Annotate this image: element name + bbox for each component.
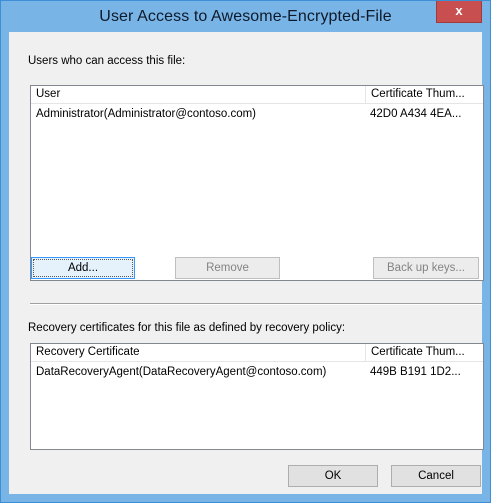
thumbprint-cell: 449B B191 1D2... (370, 366, 461, 378)
recovery-section-label: Recovery certificates for this file as d… (28, 322, 346, 334)
recovery-list[interactable]: Recovery Certificate Certificate Thum...… (30, 343, 484, 450)
backup-keys-button[interactable]: Back up keys... (373, 257, 479, 279)
recovery-certificate-cell: DataRecoveryAgent(DataRecoveryAgent@cont… (36, 366, 327, 378)
users-section-label: Users who can access this file: (28, 55, 186, 67)
close-icon: x (455, 3, 463, 18)
column-header-thumbprint[interactable]: Certificate Thum... (365, 86, 482, 103)
recovery-list-header: Recovery Certificate Certificate Thum... (31, 344, 483, 362)
window-title: User Access to Awesome-Encrypted-File (99, 8, 392, 25)
users-list[interactable]: User Certificate Thum... Administrator(A… (30, 85, 484, 281)
list-item[interactable]: DataRecoveryAgent(DataRecoveryAgent@cont… (31, 364, 483, 381)
add-button[interactable]: Add... (31, 257, 135, 279)
user-cell: Administrator(Administrator@contoso.com) (36, 108, 257, 120)
ok-button[interactable]: OK (288, 465, 378, 487)
users-list-header: User Certificate Thum... (31, 86, 483, 104)
column-header-recovery-certificate[interactable]: Recovery Certificate (31, 344, 365, 361)
title-bar[interactable]: User Access to Awesome-Encrypted-File x (1, 1, 490, 32)
close-button[interactable]: x (436, 1, 482, 23)
section-divider (30, 303, 482, 305)
cancel-button[interactable]: Cancel (391, 465, 481, 487)
thumbprint-cell: 42D0 A434 4EA... (370, 108, 462, 120)
remove-button[interactable]: Remove (175, 257, 280, 279)
list-item[interactable]: Administrator(Administrator@contoso.com)… (31, 106, 483, 123)
dialog-window: User Access to Awesome-Encrypted-File x … (0, 0, 491, 503)
dialog-content: Users who can access this file: User Cer… (9, 32, 484, 494)
column-header-thumbprint[interactable]: Certificate Thum... (365, 344, 482, 361)
column-header-user[interactable]: User (31, 86, 365, 103)
